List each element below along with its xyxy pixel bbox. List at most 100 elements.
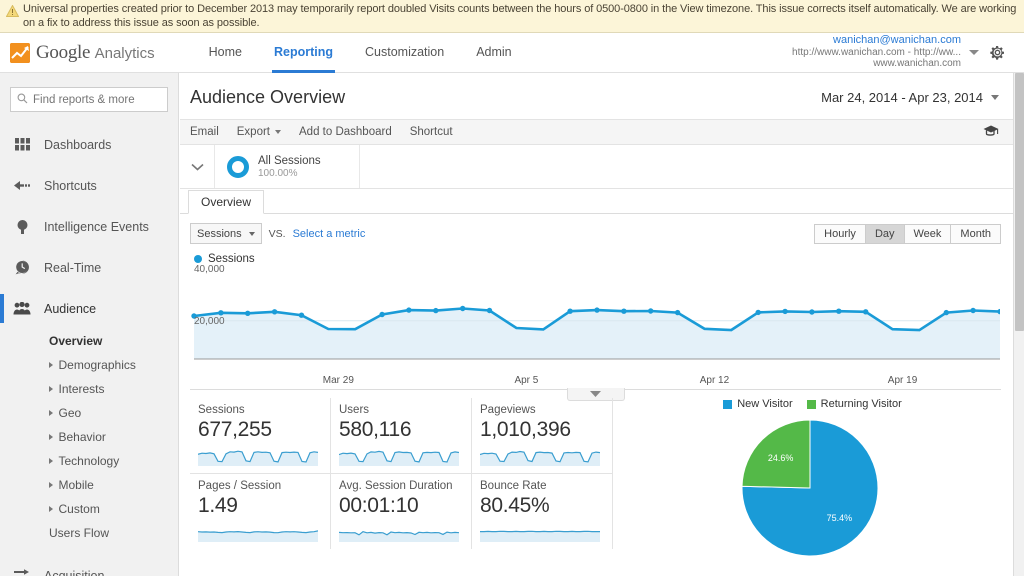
sidebar-item-acquisition[interactable]: Acquisition: [0, 555, 178, 576]
sidebar-subitem-label: Behavior: [58, 430, 106, 444]
metric-users[interactable]: Users 580,116: [331, 398, 472, 474]
sparkline-avg-session-duration-svg: [338, 531, 460, 542]
sidebar-subitem-behavior[interactable]: Behavior: [0, 425, 178, 449]
nav-admin[interactable]: Admin: [460, 33, 527, 73]
select-a-metric-link[interactable]: Select a metric: [293, 228, 366, 240]
sidebar-subitem-mobile[interactable]: Mobile: [0, 473, 178, 497]
sparkline-pageviews: [479, 444, 601, 469]
sidebar-subitem-custom[interactable]: Custom: [0, 497, 178, 521]
metric-selected-label: Sessions: [197, 227, 242, 240]
legend-swatch: [723, 399, 733, 409]
date-range-label: Mar 24, 2014 - Apr 23, 2014: [821, 90, 983, 105]
analytics-logo-icon: [10, 42, 30, 63]
sparkline-bounce-rate: [480, 520, 600, 545]
add-to-dashboard-button[interactable]: Add to Dashboard: [299, 126, 392, 138]
page-scrollbar[interactable]: [1013, 73, 1024, 576]
email-label: Email: [190, 126, 219, 138]
vs-label: VS.: [268, 227, 286, 240]
email-button[interactable]: Email: [190, 126, 219, 138]
metric-avg-session-duration[interactable]: Avg. Session Duration 00:01:10: [331, 474, 472, 549]
page-title-row: Audience Overview Mar 24, 2014 - Apr 23,…: [180, 73, 1013, 119]
sidebar-nav: Dashboards Shortcuts Intelligence Events…: [0, 124, 178, 576]
metric-label: Bounce Rate: [480, 480, 547, 492]
sidebar-item-dashboards[interactable]: Dashboards: [0, 124, 178, 165]
account-email: wanichan@wanichan.com: [833, 34, 961, 47]
add-to-dashboard-label: Add to Dashboard: [299, 126, 392, 138]
granularity-month[interactable]: Month: [951, 224, 1000, 243]
metrics-row: Sessions 677,255 Users 580,116 Pageviews…: [190, 398, 613, 474]
sidebar-subitem-geo[interactable]: Geo: [0, 401, 178, 425]
sidebar-item-label: Shortcuts: [44, 178, 97, 193]
scrollbar-thumb[interactable]: [1015, 73, 1024, 331]
granularity-day[interactable]: Day: [865, 224, 905, 243]
export-button[interactable]: Export: [237, 126, 282, 138]
segment-name: All Sessions: [258, 154, 321, 167]
pie-slice-label: 75.4%: [826, 513, 852, 523]
sidebar-subitem-users-flow[interactable]: Users Flow: [0, 521, 178, 545]
y-axis-tick-20000: 20,000: [194, 316, 225, 327]
account-info[interactable]: wanichan@wanichan.com http://www.wanicha…: [792, 35, 961, 70]
metric-label: Sessions: [198, 404, 245, 416]
notification-banner-text: Universal properties created prior to De…: [23, 3, 1017, 29]
lower-panels: Sessions 677,255 Users 580,116 Pageviews…: [180, 390, 1013, 558]
gear-icon[interactable]: [989, 44, 1006, 61]
segment-expand-toggle[interactable]: [180, 145, 215, 188]
tab-overview[interactable]: Overview: [188, 190, 265, 214]
segment-all-sessions[interactable]: All Sessions 100.00%: [215, 145, 360, 188]
google-analytics-logo[interactable]: Google Analytics: [0, 42, 155, 64]
metric-bounce-rate[interactable]: Bounce Rate 80.45%: [472, 474, 613, 549]
pie-chart-wrap[interactable]: 75.4% 24.6%: [612, 418, 1013, 558]
graduation-cap-icon[interactable]: [983, 125, 999, 140]
sidebar-subitem-demographics[interactable]: Demographics: [0, 353, 178, 377]
nav-home[interactable]: Home: [193, 33, 258, 73]
chevron-right-icon: [49, 362, 54, 368]
sidebar-item-audience[interactable]: Audience: [0, 288, 178, 329]
pie-legend-new-visitor[interactable]: New Visitor: [723, 398, 793, 410]
metric-value: 80.45%: [480, 494, 550, 517]
sidebar-subitem-label: Technology: [58, 454, 120, 468]
granularity-hourly[interactable]: Hourly: [815, 224, 866, 243]
sidebar-item-label: Audience: [44, 301, 97, 316]
nav-customization[interactable]: Customization: [349, 33, 460, 73]
granularity-group: Hourly Day Week Month: [814, 223, 1001, 244]
metric-sessions[interactable]: Sessions 677,255: [190, 398, 331, 474]
metric-value: 1,010,396: [480, 418, 571, 441]
metric-label: Pageviews: [480, 404, 536, 416]
legend-color-dot: [194, 255, 202, 263]
intelligence-lightbulb-icon: [12, 219, 32, 235]
sidebar-subitem-technology[interactable]: Technology: [0, 449, 178, 473]
chevron-down-icon: [590, 391, 601, 397]
account-property-line1: http://www.wanichan.com - http://ww...: [792, 46, 961, 58]
dashboards-grid-icon: [12, 138, 32, 151]
sidebar-item-intelligence-events[interactable]: Intelligence Events: [0, 206, 178, 247]
chevron-down-icon[interactable]: [969, 50, 979, 55]
legend-swatch: [806, 399, 816, 409]
notification-banner: Universal properties created prior to De…: [0, 0, 1024, 33]
date-range-picker[interactable]: Mar 24, 2014 - Apr 23, 2014: [821, 90, 999, 105]
sidebar-item-shortcuts[interactable]: Shortcuts: [0, 165, 178, 206]
shortcut-button[interactable]: Shortcut: [410, 126, 453, 138]
granularity-week[interactable]: Week: [904, 224, 952, 243]
sidebar-subitem-overview[interactable]: Overview: [0, 329, 178, 353]
metric-value: 580,116: [339, 418, 412, 441]
sidebar-subitem-interests[interactable]: Interests: [0, 377, 178, 401]
metric-pageviews[interactable]: Pageviews 1,010,396: [472, 398, 613, 474]
search-input[interactable]: [33, 93, 161, 106]
metric-value: 00:01:10: [339, 494, 419, 517]
segment-donut-icon: [227, 155, 249, 178]
sidebar-item-real-time[interactable]: Real-Time: [0, 247, 178, 288]
metric-selector[interactable]: Sessions: [190, 223, 262, 244]
sparkline-bounce-rate-svg: [480, 530, 600, 542]
sparkline-sessions-svg: [197, 450, 319, 466]
chevron-right-icon: [49, 434, 54, 440]
metric-pages-per-session[interactable]: Pages / Session 1.49: [190, 474, 331, 549]
chevron-down-icon: [275, 130, 282, 134]
nav-reporting[interactable]: Reporting: [258, 33, 349, 73]
audience-people-icon: [12, 302, 32, 315]
sessions-line-chart[interactable]: 40,000 20,000: [190, 264, 1001, 373]
segment-percent: 100.00%: [258, 167, 298, 179]
chevron-right-icon: [49, 482, 54, 488]
logo-secondary: Analytics: [94, 44, 155, 62]
pie-legend-returning-visitor[interactable]: Returning Visitor: [806, 398, 902, 410]
search-reports-box[interactable]: [10, 87, 168, 112]
